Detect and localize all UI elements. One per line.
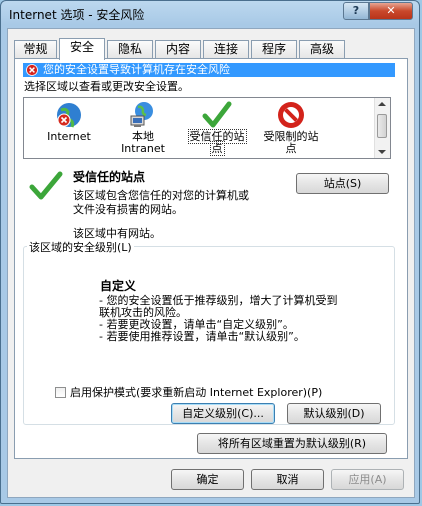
zone-label: Internet <box>47 130 91 143</box>
dialog-window: Internet 选项 - 安全风险 ? ✕ 常规 安全 隐私 内容 连接 程序… <box>0 0 420 504</box>
zone-label: 受信任的站 点 <box>187 129 247 156</box>
restricted-icon <box>278 102 304 128</box>
zone-restricted-sites[interactable]: 受限制的站 点 <box>254 98 328 158</box>
default-level-button[interactable]: 默认级别(D) <box>287 403 381 424</box>
tab-content[interactable]: 内容 <box>155 40 201 58</box>
window-title: Internet 选项 - 安全风险 <box>9 8 145 22</box>
reset-all-zones-button[interactable]: 将所有区域重置为默认级别(R) <box>197 433 387 454</box>
zone-internet[interactable]: Internet <box>32 98 106 158</box>
zone-local-intranet[interactable]: 本地 Intranet <box>106 98 180 158</box>
zone-title: 受信任的站点 <box>73 170 146 184</box>
cancel-button[interactable]: 取消 <box>251 469 324 490</box>
sites-button[interactable]: 站点(S) <box>296 173 389 194</box>
zone-prompt: 选择区域以查看或更改安全设置。 <box>24 80 189 93</box>
scroll-down-icon[interactable] <box>378 150 386 154</box>
tab-programs[interactable]: 程序 <box>251 40 297 58</box>
title-bar[interactable]: Internet 选项 - 安全风险 ? ✕ <box>1 1 419 27</box>
shield-x-icon <box>26 64 38 76</box>
security-level-description: - 您的安全设置低于推荐级别，增大了计算机受到 联机攻击的风险。 - 若要更改设… <box>99 295 389 343</box>
security-level-title: 自定义 <box>100 279 137 293</box>
security-warning-bar[interactable]: 您的安全设置导致计算机存在安全风险 <box>23 63 395 77</box>
ok-button[interactable]: 确定 <box>171 469 244 490</box>
security-panel: 您的安全设置导致计算机存在安全风险 选择区域以查看或更改安全设置。 Intern… <box>14 58 408 459</box>
scroll-thumb[interactable] <box>377 114 387 138</box>
tab-general[interactable]: 常规 <box>14 40 57 58</box>
protected-mode-label: 启用保护模式(要求重新启动 Internet Explorer)(P) <box>70 386 323 399</box>
zone-label: 本地 Intranet <box>121 130 165 155</box>
check-icon <box>202 101 232 128</box>
zone-trusted-sites[interactable]: 受信任的站 点 <box>180 98 254 158</box>
zone-description: 该区域包含您信任的对您的计算机或 文件没有损害的网站。 <box>73 189 249 216</box>
dialog-client: 常规 安全 隐私 内容 连接 程序 高级 您的安全设置导致计算机存在安全风险 选… <box>7 28 415 498</box>
help-button[interactable]: ? <box>343 2 369 20</box>
warning-text: 您的安全设置导致计算机存在安全风险 <box>43 63 230 76</box>
apply-button[interactable]: 应用(A) <box>331 469 404 490</box>
zone-label: 受限制的站 点 <box>263 130 319 155</box>
protected-mode-option[interactable]: 启用保护模式(要求重新启动 Internet Explorer)(P) <box>55 384 322 400</box>
desc-line: - 若要使用推荐设置，请单击“默认级别”。 <box>99 330 305 343</box>
tab-security[interactable]: 安全 <box>59 38 105 60</box>
close-button[interactable]: ✕ <box>369 2 413 20</box>
security-level-legend: 该区域的安全级别(L) <box>27 239 134 255</box>
tab-advanced[interactable]: 高级 <box>299 40 345 58</box>
custom-level-button[interactable]: 自定义级别(C)... <box>171 403 275 424</box>
intranet-icon <box>130 102 153 127</box>
zone-list: Internet 本地 Intranet 受信任的站 点 受限制的站 点 <box>23 97 391 159</box>
tab-connections[interactable]: 连接 <box>203 40 249 58</box>
trusted-check-icon <box>29 171 63 200</box>
scroll-up-icon[interactable] <box>378 102 386 106</box>
globe-blocked-icon <box>57 103 81 128</box>
protected-mode-checkbox[interactable] <box>55 387 66 398</box>
zone-list-scrollbar[interactable] <box>374 98 390 158</box>
tab-privacy[interactable]: 隐私 <box>107 40 153 58</box>
